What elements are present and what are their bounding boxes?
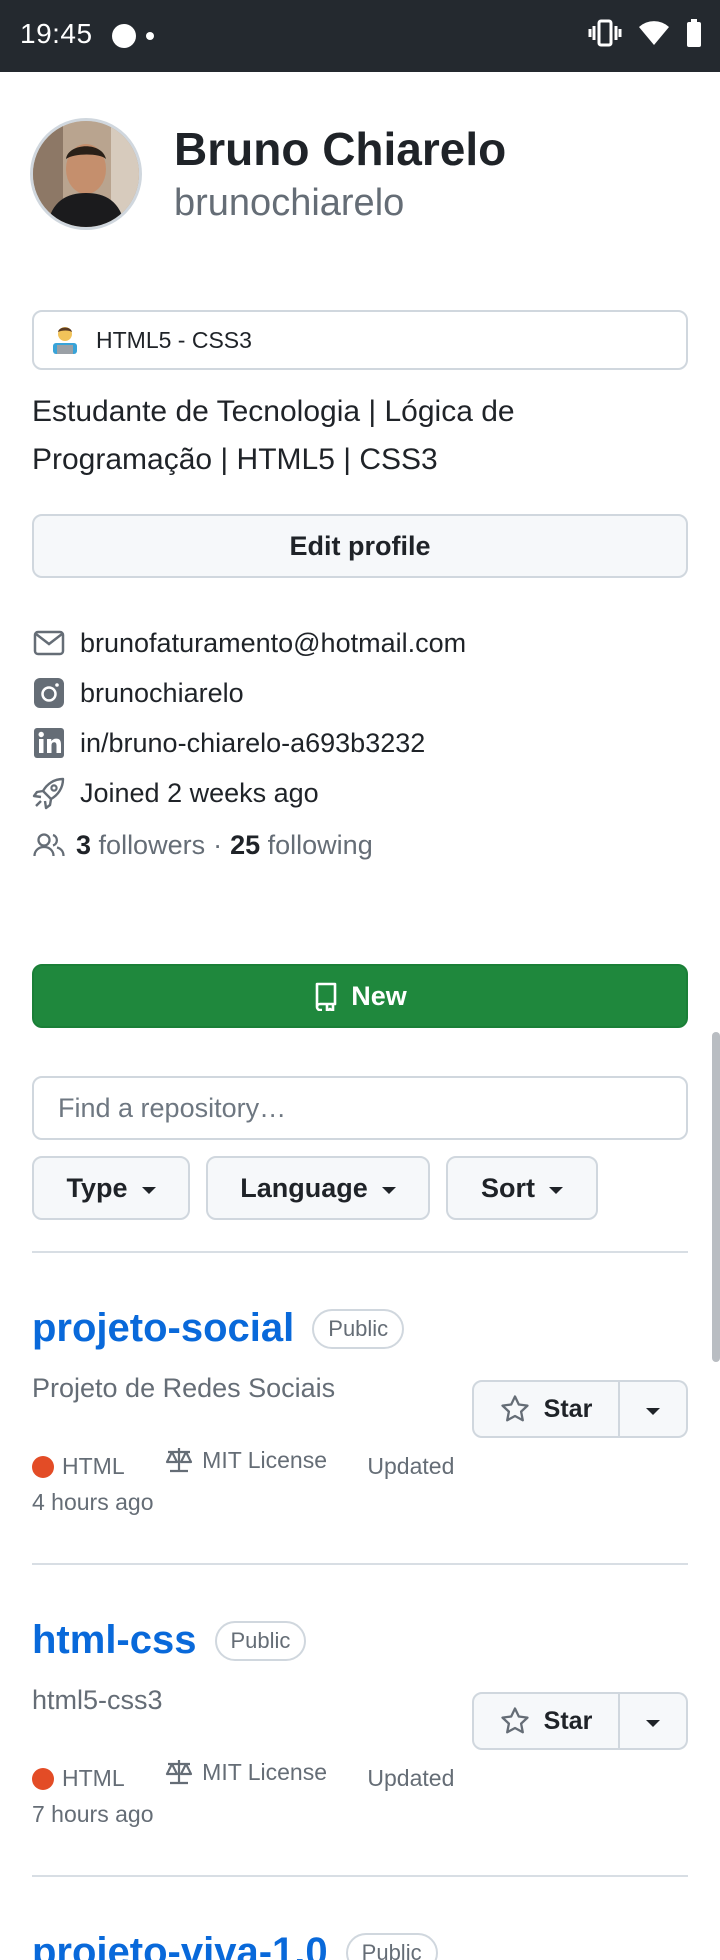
- rocket-icon: [32, 776, 66, 810]
- star-button-group: Star: [472, 1692, 688, 1750]
- type-filter-button[interactable]: Type: [32, 1156, 190, 1220]
- repository-name-link[interactable]: projeto-viva-1.0: [32, 1930, 328, 1960]
- visibility-badge: Public: [214, 1620, 307, 1661]
- chevron-down-icon: [141, 1186, 156, 1194]
- new-repository-label: New: [351, 980, 407, 1011]
- chevron-down-icon: [549, 1186, 563, 1194]
- email-link[interactable]: brunofaturamento@hotmail.com: [80, 628, 466, 659]
- linkedin-icon: [32, 726, 66, 760]
- chevron-down-icon: [646, 1407, 660, 1415]
- divider: [32, 1251, 688, 1253]
- mail-icon: [32, 626, 66, 660]
- language-filter-button[interactable]: Language: [206, 1156, 430, 1220]
- followers-count: 3: [76, 829, 92, 860]
- profile-details: brunofaturamento@hotmail.com brunochiare…: [32, 618, 466, 818]
- star-icon: [501, 1707, 529, 1734]
- type-filter-label: Type: [66, 1172, 128, 1203]
- following-count: 25: [230, 829, 261, 860]
- repository-license: MIT License: [202, 1759, 328, 1785]
- star-icon: [501, 1395, 529, 1422]
- repository-search-input[interactable]: [32, 1076, 688, 1140]
- repository-language: HTML: [62, 1765, 124, 1791]
- instagram-row[interactable]: brunochiarelo: [32, 668, 466, 718]
- star-button[interactable]: Star: [472, 1380, 620, 1438]
- profile-bio: Estudante de Tecnologia | Lógica de Prog…: [32, 395, 515, 476]
- updated-label: Updated: [367, 1453, 455, 1479]
- status-time: 19:45: [20, 18, 93, 49]
- vibrate-icon: [588, 18, 622, 53]
- law-icon: [166, 1760, 193, 1785]
- edit-profile-button[interactable]: Edit profile: [32, 514, 688, 578]
- visibility-badge: Public: [312, 1308, 405, 1349]
- repository-license: MIT License: [202, 1447, 328, 1473]
- repo-icon: [315, 982, 337, 1011]
- updated-label: Updated: [367, 1765, 455, 1791]
- repository-item: projeto-viva-1.0 Public: [32, 1930, 688, 1960]
- new-repository-button[interactable]: New: [32, 964, 688, 1028]
- repository-language: HTML: [62, 1453, 124, 1479]
- instagram-icon: [32, 676, 66, 710]
- repository-meta: HTML MIT License Updated 4 hours ago: [32, 1442, 472, 1520]
- visibility-badge: Public: [345, 1932, 438, 1960]
- license-info: MIT License: [164, 1442, 327, 1478]
- divider: [32, 1875, 688, 1877]
- star-lists-dropdown[interactable]: [620, 1692, 688, 1750]
- profile-status-text: HTML5 - CSS3: [96, 326, 252, 353]
- technologist-emoji-icon: [50, 325, 80, 355]
- system-icons: [588, 18, 702, 53]
- avatar[interactable]: [30, 118, 142, 230]
- updated-time: 7 hours ago: [32, 1801, 154, 1827]
- follow-separator: ·: [213, 829, 223, 860]
- repository-name-link[interactable]: projeto-social: [32, 1306, 294, 1351]
- notification-dot-icon: [112, 24, 136, 48]
- language-filter-label: Language: [240, 1172, 368, 1203]
- language-color-dot: [32, 1768, 54, 1790]
- profile-full-name: Bruno Chiarelo: [174, 123, 507, 175]
- followers-link[interactable]: 3 followers: [76, 830, 205, 861]
- profile-status[interactable]: HTML5 - CSS3: [32, 310, 688, 370]
- updated-time: 4 hours ago: [32, 1489, 154, 1515]
- sort-filter-label: Sort: [481, 1172, 535, 1203]
- scrollbar[interactable]: [712, 1032, 720, 1362]
- repository-name-link[interactable]: html-css: [32, 1618, 197, 1663]
- star-label: Star: [543, 1394, 593, 1423]
- followers-label: followers: [98, 829, 206, 860]
- battery-icon: [686, 19, 702, 52]
- chevron-down-icon: [646, 1719, 660, 1727]
- law-icon: [166, 1448, 193, 1473]
- language-color-dot: [32, 1456, 54, 1478]
- joined-text: Joined 2 weeks ago: [80, 777, 319, 808]
- following-link[interactable]: 25 following: [230, 830, 373, 861]
- star-button[interactable]: Star: [472, 1692, 620, 1750]
- status-bar: 19:45: [0, 0, 720, 72]
- joined-row: Joined 2 weeks ago: [32, 768, 466, 818]
- divider: [32, 1563, 688, 1565]
- repository-item: html-css Public html5-css3 Star HTML MIT…: [32, 1618, 688, 1828]
- repository-meta: HTML MIT License Updated 7 hours ago: [32, 1754, 472, 1832]
- star-lists-dropdown[interactable]: [620, 1380, 688, 1438]
- following-label: following: [267, 829, 373, 860]
- star-label: Star: [543, 1706, 593, 1735]
- wifi-icon: [638, 19, 670, 52]
- more-notifications-icon: [146, 32, 154, 40]
- chevron-down-icon: [381, 1186, 396, 1194]
- linkedin-row[interactable]: in/bruno-chiarelo-a693b3232: [32, 718, 466, 768]
- sort-filter-button[interactable]: Sort: [446, 1156, 598, 1220]
- people-icon: [32, 828, 66, 862]
- profile-username: brunochiarelo: [174, 182, 405, 224]
- follow-stats: 3 followers · 25 following: [32, 828, 373, 862]
- linkedin-link[interactable]: in/bruno-chiarelo-a693b3232: [80, 728, 425, 759]
- repository-item: projeto-social Public Projeto de Redes S…: [32, 1306, 688, 1516]
- license-info: MIT License: [164, 1754, 327, 1790]
- instagram-link[interactable]: brunochiarelo: [80, 678, 244, 709]
- star-button-group: Star: [472, 1380, 688, 1438]
- email-row[interactable]: brunofaturamento@hotmail.com: [32, 618, 466, 668]
